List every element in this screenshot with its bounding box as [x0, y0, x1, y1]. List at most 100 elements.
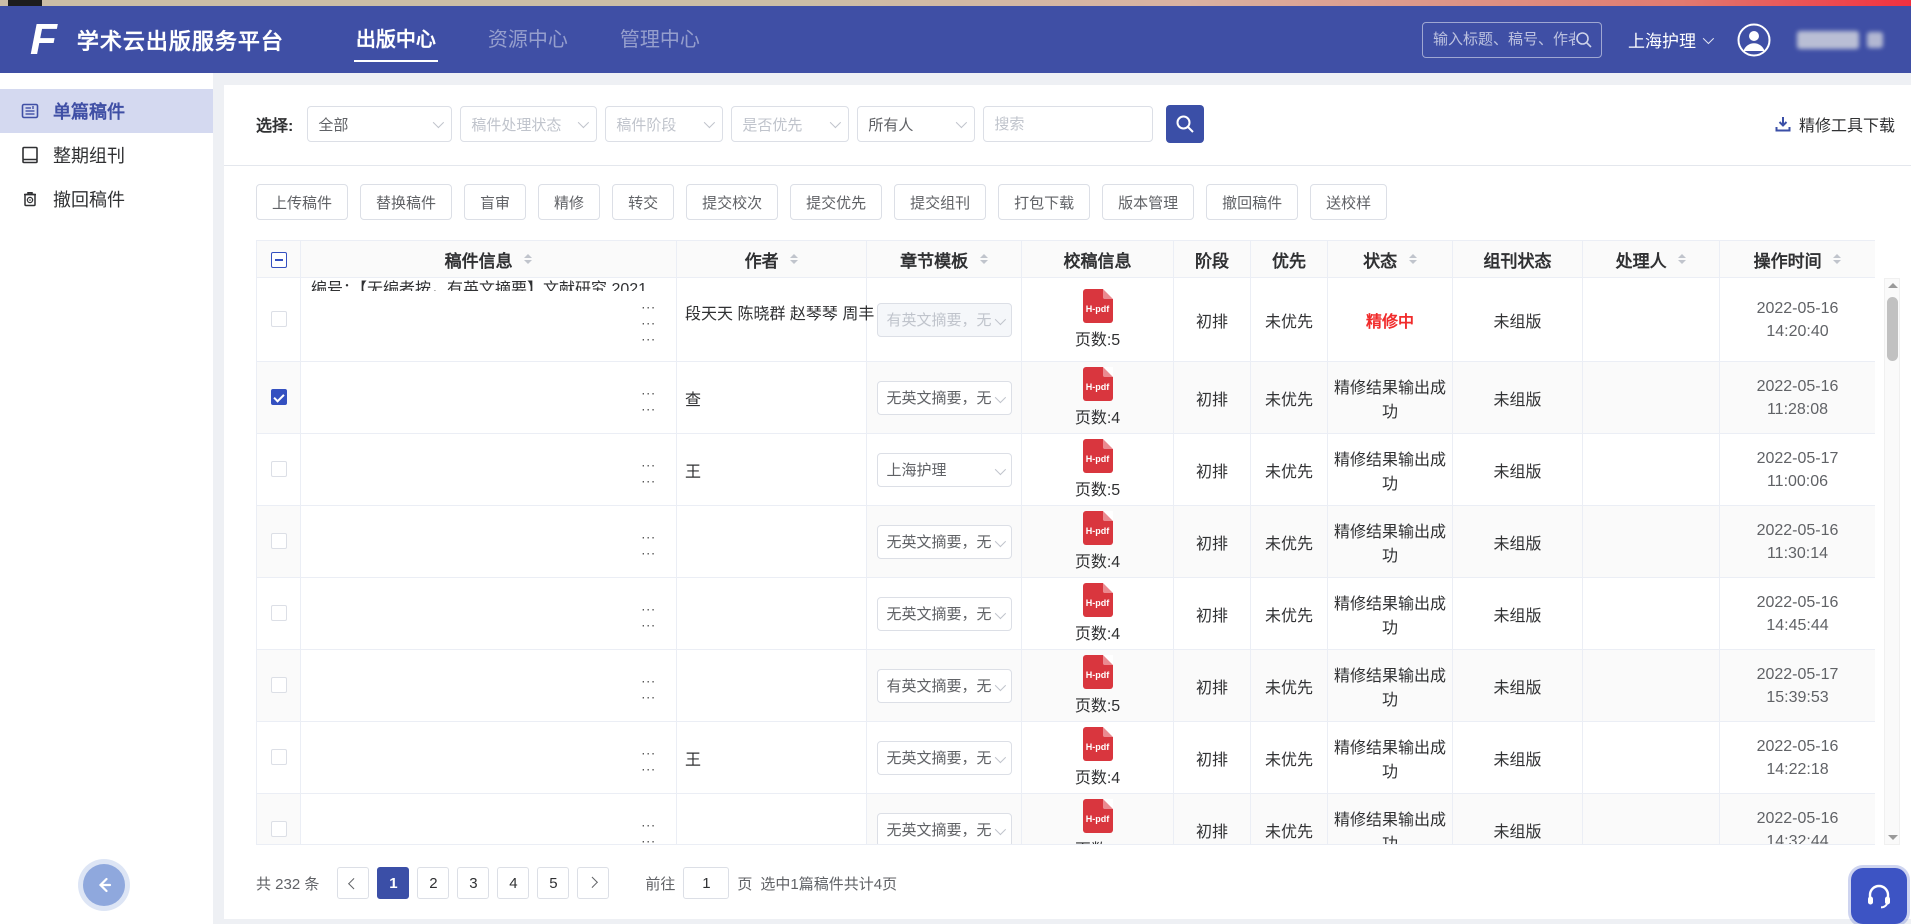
select-all-checkbox[interactable] — [271, 252, 287, 268]
row-checkbox[interactable] — [271, 533, 287, 549]
page-number-button[interactable]: 5 — [537, 867, 569, 899]
action-button[interactable]: 盲审 — [464, 184, 526, 220]
chapter-template-select[interactable]: 无英文摘要，无编 — [877, 741, 1012, 775]
page-number-button[interactable]: 1 — [377, 867, 409, 899]
next-page-button[interactable] — [577, 867, 609, 899]
sort-carets-icon[interactable] — [1409, 250, 1417, 268]
sidebar-item-label: 整期组刊 — [53, 142, 125, 168]
page-count: 页数:5 — [1022, 476, 1173, 500]
customer-service-button[interactable] — [1851, 868, 1907, 924]
chevron-down-icon — [994, 679, 1005, 690]
action-button[interactable]: 替换稿件 — [360, 184, 452, 220]
priority-cell: 未优先 — [1251, 794, 1328, 846]
status-cell: 精修结果输出成功 — [1328, 722, 1453, 794]
row-checkbox[interactable] — [271, 821, 287, 837]
filter-select[interactable]: 全部 — [307, 106, 452, 142]
truncation-dots: ...... — [641, 747, 656, 768]
pdf-icon[interactable]: H-pdf — [1083, 655, 1113, 689]
action-button[interactable]: 版本管理 — [1102, 184, 1194, 220]
keyword-search-input[interactable] — [994, 116, 1142, 133]
pdf-icon[interactable]: H-pdf — [1083, 289, 1113, 323]
chapter-template-select[interactable]: 无英文摘要，无编 — [877, 525, 1012, 559]
action-button[interactable]: 提交组刊 — [894, 184, 986, 220]
action-button[interactable]: 精修 — [538, 184, 600, 220]
chevron-down-icon — [704, 117, 715, 128]
top-edge-strip — [0, 0, 1911, 6]
row-checkbox[interactable] — [271, 605, 287, 621]
truncation-dots: ...... — [641, 819, 656, 840]
manuscript-table: 稿件信息 作者 章节模板 校稿信息 阶段 优先 状态 组刊状态 处理人 操作时间 — [256, 240, 1875, 845]
chapter-template-select[interactable]: 无英文摘要，无编 — [877, 381, 1012, 415]
collapse-back-button[interactable] — [83, 864, 125, 906]
action-button[interactable]: 撤回稿件 — [1206, 184, 1298, 220]
action-button[interactable]: 上传稿件 — [256, 184, 348, 220]
filter-select[interactable]: 所有人 — [857, 106, 975, 142]
global-search-input[interactable] — [1433, 31, 1575, 48]
action-button[interactable]: 提交优先 — [790, 184, 882, 220]
search-button[interactable] — [1166, 105, 1204, 143]
chapter-template-select[interactable]: 无英文摘要，无编 — [877, 813, 1012, 846]
select-all-header — [257, 241, 301, 278]
row-checkbox[interactable] — [271, 461, 287, 477]
page-number-button[interactable]: 3 — [457, 867, 489, 899]
chapter-template-select[interactable]: 无英文摘要，无编 — [877, 597, 1012, 631]
avatar[interactable] — [1737, 23, 1771, 57]
chapter-template-select[interactable]: 有英文摘要，无编 — [877, 669, 1012, 703]
nav-item[interactable]: 资源中心 — [486, 17, 570, 62]
nav-item[interactable]: 出版中心 — [354, 17, 438, 62]
author-cell — [677, 650, 867, 722]
sort-carets-icon[interactable] — [1678, 250, 1686, 268]
pdf-icon[interactable]: H-pdf — [1083, 727, 1113, 761]
pdf-icon[interactable]: H-pdf — [1083, 439, 1113, 473]
refine-tool-download-link[interactable]: 精修工具下载 — [1774, 112, 1895, 136]
journal-status-cell: 未组版 — [1453, 278, 1583, 362]
org-selector[interactable]: 上海护理 — [1628, 27, 1711, 52]
journal-status-cell: 未组版 — [1453, 506, 1583, 578]
pdf-icon[interactable]: H-pdf — [1083, 583, 1113, 617]
action-button[interactable]: 转交 — [612, 184, 674, 220]
page-number-button[interactable]: 2 — [417, 867, 449, 899]
manuscript-info-cell: ...... — [301, 506, 677, 578]
truncation-dots: ...... — [641, 387, 656, 408]
row-checkbox[interactable] — [271, 389, 287, 405]
sidebar-item[interactable]: 单篇稿件 — [0, 89, 213, 133]
search-icon[interactable] — [1575, 31, 1593, 49]
action-button[interactable]: 提交校次 — [686, 184, 778, 220]
status-cell: 精修结果输出成功 — [1328, 362, 1453, 434]
proof-info-cell: H-pdf 页数:4 — [1022, 362, 1174, 434]
sort-carets-icon[interactable] — [790, 250, 798, 268]
sort-carets-icon[interactable] — [524, 250, 532, 268]
page-number-button[interactable]: 4 — [497, 867, 529, 899]
filter-select[interactable]: 稿件处理状态 — [460, 106, 597, 142]
stage-cell: 初排 — [1174, 278, 1251, 362]
status-cell: 精修结果输出成功 — [1328, 578, 1453, 650]
sidebar-item[interactable]: 撤回稿件 — [0, 177, 213, 221]
scroll-up-icon[interactable] — [1888, 283, 1898, 288]
filter-select[interactable]: 是否优先 — [731, 106, 849, 142]
pdf-icon[interactable]: H-pdf — [1083, 511, 1113, 545]
prev-page-button[interactable] — [337, 867, 369, 899]
sidebar-item[interactable]: 整期组刊 — [0, 133, 213, 177]
global-search-box[interactable] — [1422, 22, 1602, 58]
pdf-icon[interactable]: H-pdf — [1083, 367, 1113, 401]
row-checkbox[interactable] — [271, 677, 287, 693]
scroll-down-icon[interactable] — [1888, 835, 1898, 840]
action-button[interactable]: 送校样 — [1310, 184, 1387, 220]
chapter-template-select[interactable]: 上海护理 — [877, 453, 1012, 487]
recall-trash-icon — [20, 189, 40, 209]
filter-select[interactable]: 稿件阶段 — [605, 106, 723, 142]
pdf-icon[interactable]: H-pdf — [1083, 799, 1113, 833]
keyword-search-box[interactable] — [983, 106, 1153, 142]
sort-carets-icon[interactable] — [1833, 250, 1841, 268]
row-checkbox[interactable] — [271, 311, 287, 327]
chapter-template-select[interactable]: 有英文摘要，无编 — [877, 303, 1012, 337]
status-cell: 精修中 — [1328, 278, 1453, 362]
sort-carets-icon[interactable] — [980, 250, 988, 268]
nav-item[interactable]: 管理中心 — [618, 17, 702, 62]
table-scrollbar[interactable] — [1884, 278, 1900, 845]
goto-page-input[interactable] — [683, 867, 729, 899]
action-button[interactable]: 打包下载 — [998, 184, 1090, 220]
scrollbar-thumb[interactable] — [1887, 297, 1898, 361]
journal-status-cell: 未组版 — [1453, 362, 1583, 434]
row-checkbox[interactable] — [271, 749, 287, 765]
